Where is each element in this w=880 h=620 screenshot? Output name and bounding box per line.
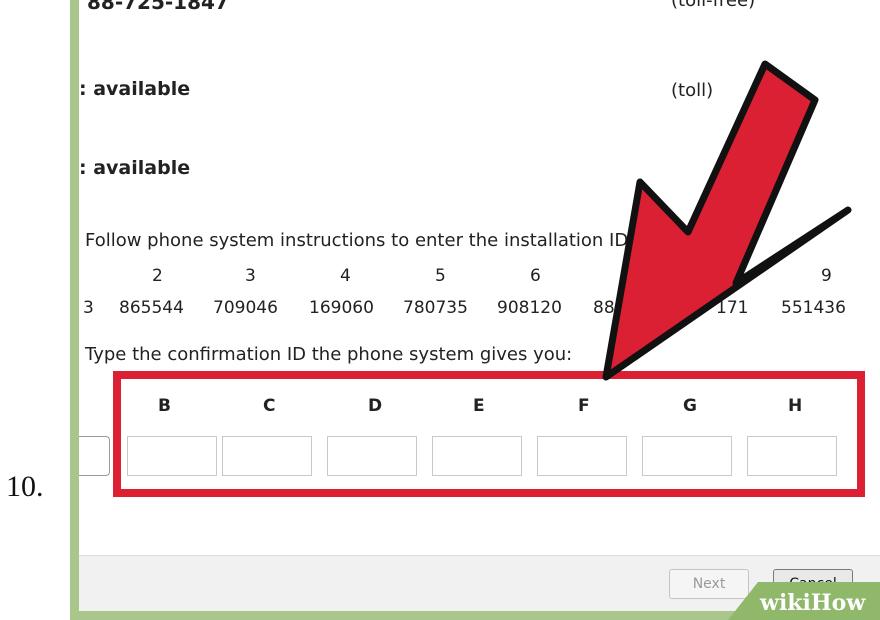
instructions-text: Follow phone system instructions to ente… xyxy=(85,230,629,251)
install-id-column: 2 xyxy=(152,266,163,286)
install-id-value: 908120 xyxy=(497,298,562,318)
install-id-column: 6 xyxy=(530,266,541,286)
install-id-column: 3 xyxy=(245,266,256,286)
install-id-value: 709046 xyxy=(213,298,278,318)
install-id-value: 88 xyxy=(593,298,615,318)
screenshot-frame: 88-725-1847 (toll-free) : available (tol… xyxy=(70,0,880,620)
install-id-column: 9 xyxy=(821,266,832,286)
phone-number: 88-725-1847 xyxy=(87,0,229,14)
install-id-value: 169060 xyxy=(309,298,374,318)
install-id-value: 171 xyxy=(716,298,749,318)
next-button-label: Next xyxy=(692,576,726,592)
install-id-value: 865544 xyxy=(119,298,184,318)
install-id-value: 3 xyxy=(83,298,94,318)
step-number: 10. xyxy=(6,470,44,503)
phone-availability-1: : available xyxy=(79,78,191,100)
toll-label: (toll) xyxy=(671,80,714,101)
install-id-column: 5 xyxy=(435,266,446,286)
phone-availability-2: : available xyxy=(79,157,191,179)
install-id-column: 4 xyxy=(340,266,351,286)
wikihow-watermark: wikiHow xyxy=(760,590,866,616)
toll-free-label: (toll-free) xyxy=(671,0,756,11)
install-id-value: 780735 xyxy=(403,298,468,318)
install-id-value: 551436 xyxy=(781,298,846,318)
confirmation-id-input-a[interactable] xyxy=(79,436,110,476)
highlight-box xyxy=(113,371,865,497)
activation-dialog: 88-725-1847 (toll-free) : available (tol… xyxy=(79,0,880,611)
confirmation-prompt: Type the confirmation ID the phone syste… xyxy=(85,344,573,365)
